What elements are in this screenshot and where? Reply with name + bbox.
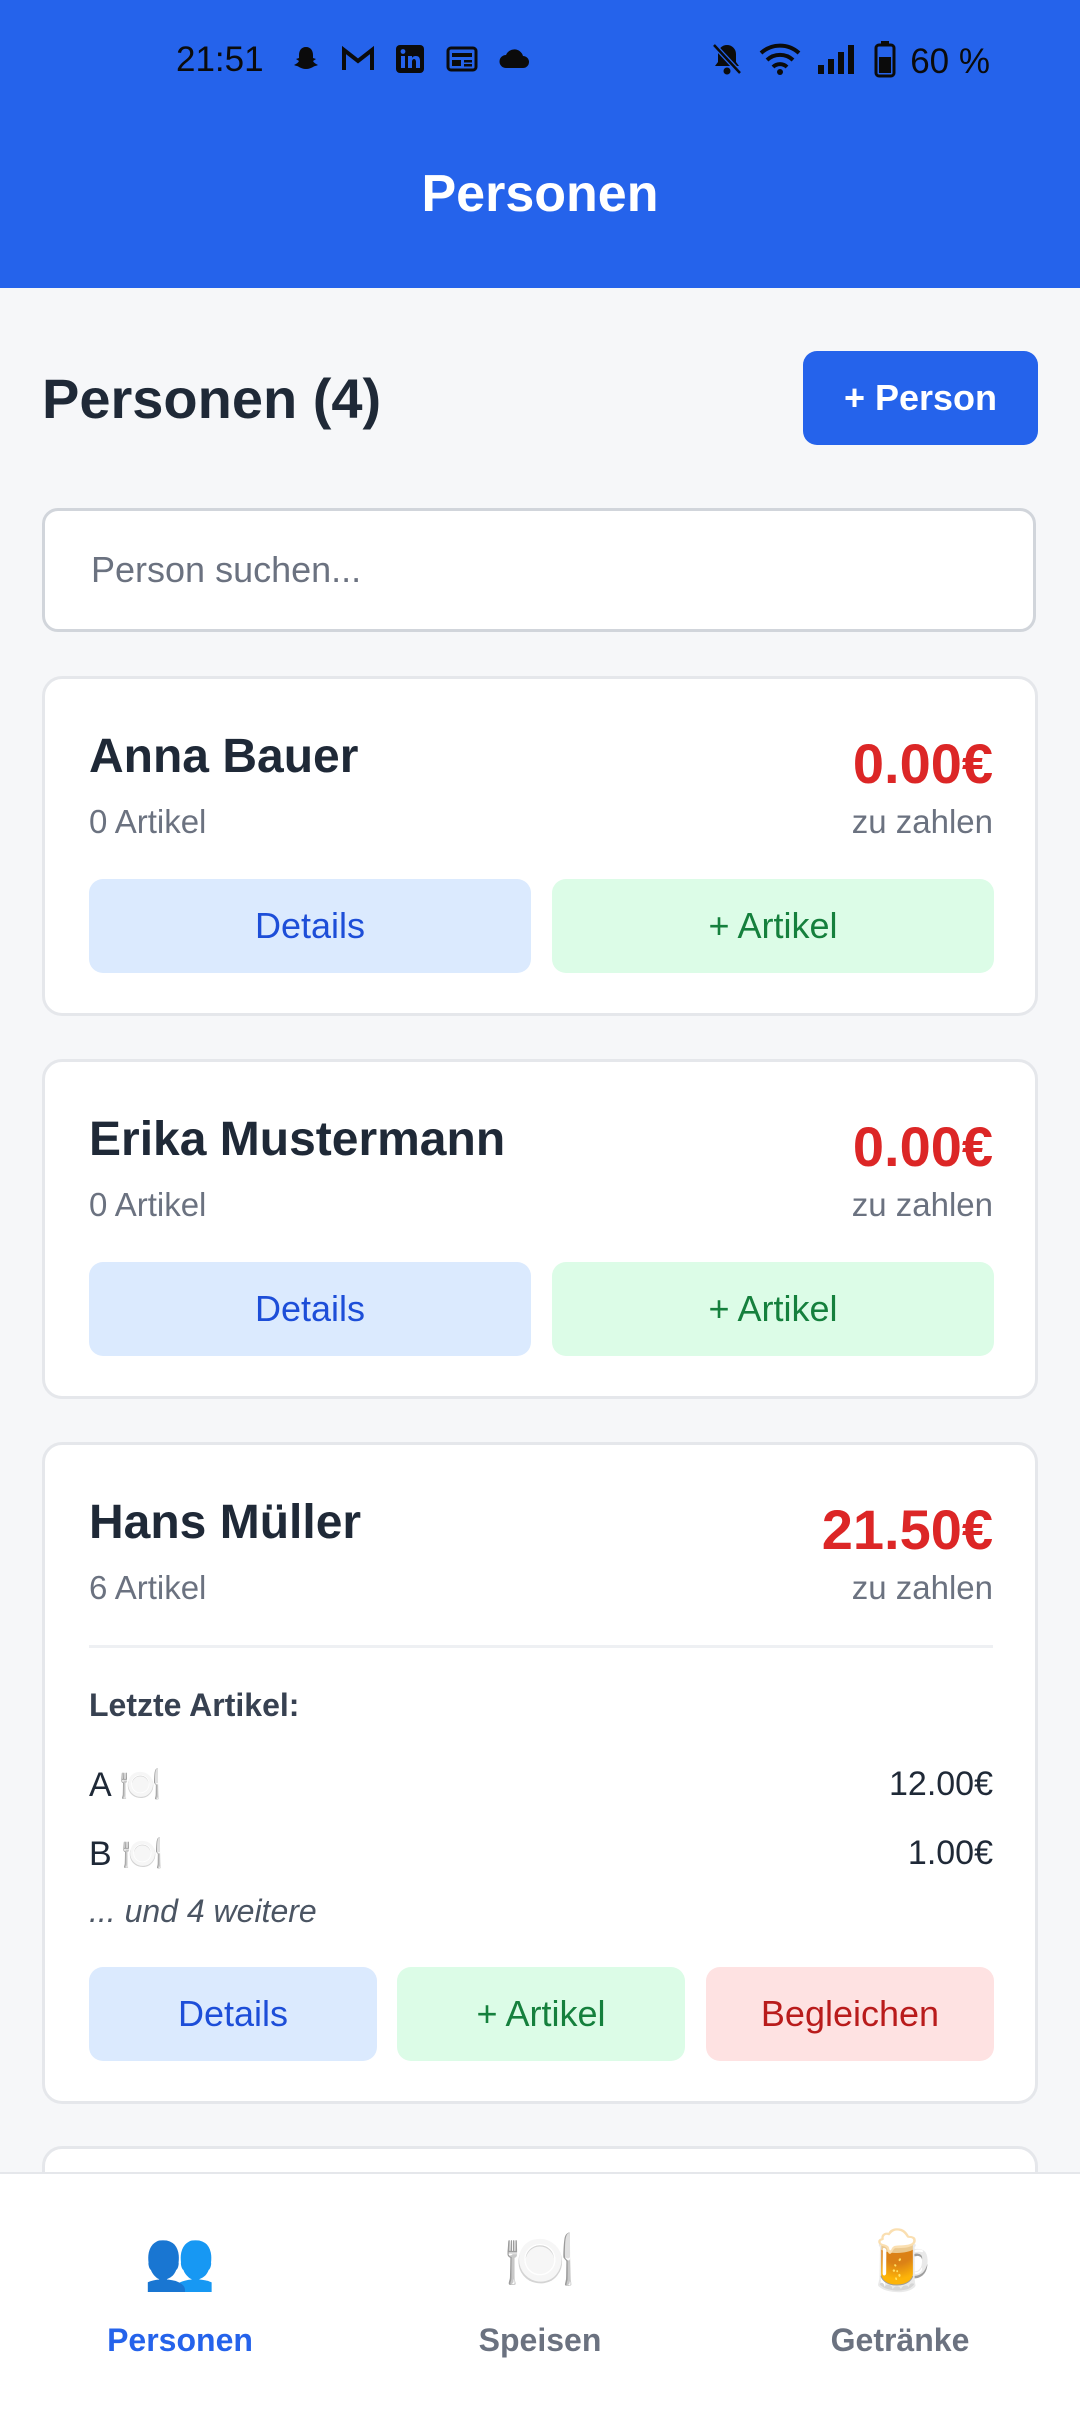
add-item-button[interactable]: + Artikel (552, 879, 994, 973)
recent-item-name: A 🍽️ (89, 1766, 162, 1804)
recent-item-name: B 🍽️ (89, 1835, 164, 1873)
add-person-button[interactable]: + Person (803, 351, 1038, 445)
search-field[interactable] (42, 508, 1036, 632)
signal-icon (816, 43, 860, 80)
divider (89, 1645, 993, 1648)
news-icon (444, 42, 480, 76)
item-count: 0 Artikel (89, 1186, 207, 1223)
nav-getraenke[interactable]: 🍺 Getränke (720, 2174, 1080, 2374)
gmail-icon (340, 42, 376, 76)
add-item-button[interactable]: + Artikel (397, 1967, 685, 2061)
cloud-icon (496, 42, 532, 76)
nav-personen[interactable]: 👥 Personen (0, 2174, 360, 2374)
item-count: 0 Artikel (89, 803, 207, 840)
page-title: Personen (4) (42, 367, 382, 430)
amount-due-label: zu zahlen (851, 803, 993, 840)
details-button[interactable]: Details (89, 1967, 377, 2061)
snapchat-icon (288, 42, 324, 76)
battery-icon (874, 40, 896, 83)
details-button[interactable]: Details (89, 1262, 531, 1356)
amount-due-label: zu zahlen (851, 1186, 993, 1223)
details-button[interactable]: Details (89, 879, 531, 973)
system-icons: 60 % (710, 40, 990, 83)
plate-icon: 🍽️ (503, 2228, 577, 2293)
recent-items-title: Letzte Artikel: (89, 1687, 300, 1723)
person-card: Anna Bauer 0 Artikel 0.00€ zu zahlen Det… (42, 676, 1038, 1016)
amount-due-label: zu zahlen (851, 1569, 993, 1606)
app-bar-title: Personen (421, 165, 659, 223)
more-items-note: ... und 4 weitere (89, 1893, 317, 1929)
settle-button[interactable]: Begleichen (706, 1967, 994, 2061)
item-count: 6 Artikel (89, 1569, 207, 1606)
app-bar: 21:51 60 % Personen (0, 0, 1080, 288)
wifi-icon (758, 42, 802, 81)
person-card: Erika Mustermann 0 Artikel 0.00€ zu zahl… (42, 1059, 1038, 1399)
status-bar: 21:51 60 % (0, 0, 1080, 124)
people-icon: 👥 (143, 2228, 217, 2293)
person-name: Hans Müller (89, 1496, 362, 1549)
search-input[interactable] (89, 548, 1033, 592)
recent-item-price: 12.00€ (889, 1765, 993, 1803)
recent-item-price: 1.00€ (907, 1834, 993, 1872)
nav-speisen[interactable]: 🍽️ Speisen (360, 2174, 720, 2374)
amount-due: 21.50€ (821, 1498, 993, 1561)
nav-label: Getränke (830, 2322, 970, 2358)
bottom-navigation: 👥 Personen 🍽️ Speisen 🍺 Getränke (0, 2172, 1080, 2414)
nav-label: Speisen (478, 2322, 602, 2358)
person-name: Erika Mustermann (89, 1113, 506, 1166)
notification-icons (288, 42, 532, 76)
status-time: 21:51 (176, 40, 264, 79)
amount-due: 0.00€ (852, 732, 993, 795)
add-item-button[interactable]: + Artikel (552, 1262, 994, 1356)
linkedin-icon (392, 42, 428, 76)
nav-label: Personen (107, 2322, 253, 2358)
person-card: Hans Müller 6 Artikel 21.50€ zu zahlen L… (42, 1442, 1038, 2104)
battery-percent: 60 % (910, 41, 990, 81)
muted-bell-icon (710, 41, 744, 82)
person-name: Anna Bauer (89, 730, 359, 783)
beer-icon: 🍺 (863, 2228, 937, 2293)
amount-due: 0.00€ (852, 1115, 993, 1178)
